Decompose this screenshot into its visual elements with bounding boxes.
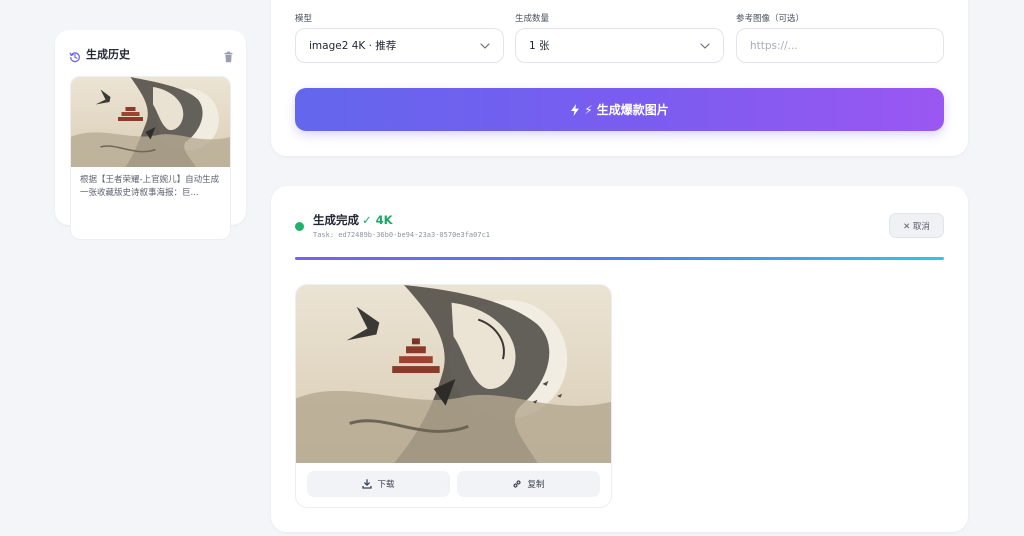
reference-label: 参考图像（可选） bbox=[736, 14, 805, 24]
generated-image[interactable] bbox=[296, 285, 611, 463]
progress-bar bbox=[295, 257, 944, 260]
chevron-down-icon bbox=[480, 42, 490, 49]
model-label: 模型 bbox=[295, 14, 313, 24]
generate-label: ⚡ 生成爆款图片 bbox=[584, 103, 669, 117]
count-value: 1 张 bbox=[529, 40, 550, 52]
download-button[interactable]: 下载 bbox=[307, 471, 450, 497]
history-header: 生成历史 bbox=[69, 46, 234, 63]
image-actions: 下载 复制 bbox=[307, 471, 600, 497]
result-panel: 生成完成 ✓ 4K Task: ed72489b-36b0-be94-23a3-0… bbox=[271, 186, 968, 532]
reference-url-input[interactable]: https://... bbox=[736, 28, 944, 63]
download-icon bbox=[362, 479, 373, 489]
download-label: 下载 bbox=[377, 480, 395, 490]
bolt-icon bbox=[571, 103, 580, 116]
result-image-card: 下载 复制 bbox=[295, 284, 612, 508]
model-value: image2 4K · 推荐 bbox=[309, 40, 397, 52]
status-text: 生成完成 bbox=[313, 213, 359, 227]
history-item[interactable]: 根据【王者荣耀-上官婉儿】自动生成一张收藏版史诗叙事海报：巨... bbox=[70, 76, 231, 240]
link-icon bbox=[513, 480, 522, 488]
history-thumbnail bbox=[71, 77, 230, 167]
trash-icon[interactable] bbox=[223, 48, 234, 63]
count-label: 生成数量 bbox=[515, 14, 550, 24]
copy-link-button[interactable]: 复制 bbox=[457, 471, 600, 497]
generate-form-panel: 模型 image2 4K · 推荐 生成数量 1 张 参考图像（可选） http… bbox=[271, 0, 968, 156]
count-select[interactable]: 1 张 bbox=[515, 28, 724, 63]
chevron-down-icon bbox=[700, 42, 710, 49]
status-dot bbox=[295, 222, 304, 231]
copy-label: 复制 bbox=[527, 480, 545, 490]
status-title: 生成完成 ✓ 4K bbox=[313, 212, 393, 228]
generate-button[interactable]: ⚡ 生成爆款图片 bbox=[295, 88, 944, 131]
model-select[interactable]: image2 4K · 推荐 bbox=[295, 28, 504, 63]
history-sidebar: 生成历史 根据【王者荣耀-上官婉儿】自动生成一张收藏版史诗叙事海报：巨... bbox=[55, 30, 246, 240]
history-icon bbox=[69, 48, 81, 63]
task-id: Task: ed72489b-36b0-be94-23a3-0570e3fa07… bbox=[313, 231, 491, 239]
history-item-text: 根据【王者荣耀-上官婉儿】自动生成一张收藏版史诗叙事海报：巨... bbox=[80, 175, 220, 198]
history-title: 生成历史 bbox=[86, 48, 130, 61]
progress-fill bbox=[295, 257, 944, 260]
cancel-button[interactable]: ✕ 取消 bbox=[889, 213, 944, 238]
status-badge: ✓ 4K bbox=[362, 213, 393, 227]
reference-placeholder: https://... bbox=[750, 39, 798, 52]
